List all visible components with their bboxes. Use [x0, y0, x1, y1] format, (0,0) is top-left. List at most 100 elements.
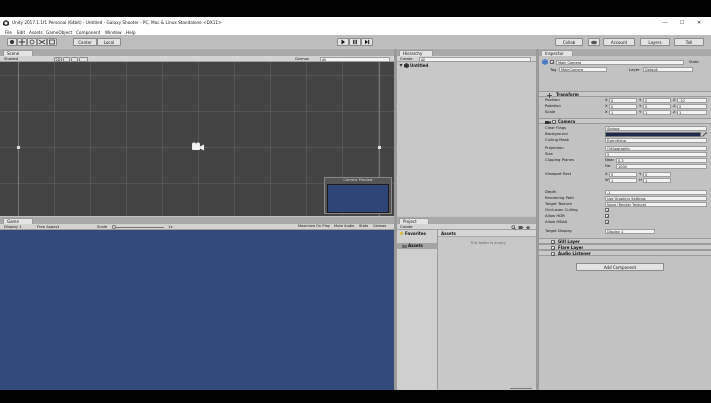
scale-x-input[interactable]: 1: [609, 109, 637, 115]
scene-viewport[interactable]: Camera Preview: [0, 62, 394, 216]
scale-slider-thumb[interactable]: [112, 225, 116, 229]
menu-help[interactable]: Help: [126, 29, 136, 36]
transform-header[interactable]: Transform: [539, 91, 711, 98]
project-create-dropdown[interactable]: Create: [400, 224, 413, 229]
rotate-tool-button[interactable]: [27, 38, 37, 46]
scale-tool-button[interactable]: [37, 38, 47, 46]
assets-tree-item-row[interactable]: Assets: [397, 243, 437, 249]
pivot-center-toggle[interactable]: Center: [73, 38, 97, 46]
rotation-z-input[interactable]: 0: [677, 103, 707, 109]
game-gizmos-dropdown[interactable]: Gizmos: [373, 224, 386, 229]
scene-search-input[interactable]: All: [320, 56, 390, 62]
aspect-dropdown[interactable]: Free Aspect: [37, 224, 59, 229]
occlusion-culling-checkbox[interactable]: ✓: [605, 207, 609, 212]
menu-component[interactable]: Component: [76, 29, 100, 36]
gui-layer-checkbox[interactable]: ✓: [551, 239, 555, 244]
clear-flags-dropdown[interactable]: Skybox: [605, 125, 707, 131]
scale-z-input[interactable]: 1: [677, 109, 707, 115]
2d-toggle[interactable]: 2D: [54, 56, 62, 62]
account-dropdown[interactable]: Account: [603, 38, 635, 46]
hierarchy-create-dropdown[interactable]: Create: [400, 56, 413, 61]
static-checkbox-label[interactable]: Static: [689, 59, 699, 65]
project-search-icon[interactable]: [511, 224, 517, 230]
scale-slider-track[interactable]: [112, 226, 164, 228]
play-button[interactable]: [337, 38, 349, 46]
rotation-y-input[interactable]: 0: [643, 103, 671, 109]
menu-assets[interactable]: Assets: [29, 29, 43, 36]
add-component-button[interactable]: Add Component: [576, 263, 664, 271]
far-input[interactable]: 1000: [616, 163, 707, 169]
background-color-swatch[interactable]: [605, 131, 701, 137]
favorite-star-icon[interactable]: [525, 224, 531, 230]
viewport-y-input[interactable]: 0: [643, 171, 671, 177]
shading-mode-dropdown[interactable]: Shaded: [4, 56, 18, 61]
maximize-on-play-toggle[interactable]: Maximize On Play: [298, 224, 330, 229]
size-input[interactable]: 5: [605, 151, 707, 157]
camera-header[interactable]: ✓ Camera: [539, 118, 711, 124]
depth-input[interactable]: -1: [605, 189, 707, 195]
hand-icon: [10, 40, 14, 44]
eyedropper-icon[interactable]: [702, 131, 707, 137]
menu-gameobject[interactable]: GameObject: [46, 29, 72, 36]
audio-toggle[interactable]: [71, 56, 78, 62]
viewport-x-input[interactable]: 0: [609, 171, 637, 177]
step-button[interactable]: [361, 38, 373, 46]
game-viewport[interactable]: [0, 230, 394, 390]
display-dropdown[interactable]: Display 1: [4, 224, 22, 229]
allow-hdr-checkbox[interactable]: ✓: [605, 213, 609, 218]
camera-handle-left[interactable]: [17, 146, 20, 149]
camera-handle-right[interactable]: [378, 146, 381, 149]
lighting-toggle[interactable]: [63, 56, 70, 62]
close-button[interactable]: ✕: [694, 19, 704, 27]
layers-dropdown[interactable]: Layers: [640, 38, 670, 46]
rotation-x-input[interactable]: 0: [609, 103, 637, 109]
position-x-input[interactable]: 0: [609, 97, 637, 103]
target-texture-field[interactable]: None (Render Texture): [605, 201, 707, 207]
icon-size-slider[interactable]: [510, 388, 532, 389]
gameobject-active-checkbox[interactable]: ✓: [550, 60, 554, 65]
menu-file[interactable]: File: [5, 29, 12, 36]
favorites-header[interactable]: Favorites: [405, 231, 426, 237]
scene-expand-arrow-icon[interactable]: [399, 63, 403, 68]
rendering-path-dropdown[interactable]: Use Graphics Settings: [605, 195, 707, 201]
pivot-local-toggle[interactable]: Local: [97, 38, 121, 46]
move-tool-button[interactable]: [17, 38, 27, 46]
layout-dropdown[interactable]: Tall: [674, 38, 704, 46]
scene-gizmos-dropdown[interactable]: Gizmos: [295, 56, 309, 61]
scale-y-input[interactable]: 1: [643, 109, 671, 115]
target-display-dropdown[interactable]: Display 1: [605, 228, 655, 234]
gameobject-name-input[interactable]: Main Camera: [556, 59, 684, 65]
culling-mask-dropdown[interactable]: Everything: [605, 137, 707, 143]
projection-dropdown[interactable]: Orthographic: [605, 145, 707, 151]
flare-layer-checkbox[interactable]: ✓: [551, 245, 555, 250]
pause-button[interactable]: [349, 38, 361, 46]
camera-preview-panel: Camera Preview: [324, 177, 392, 214]
audio-listener-header[interactable]: ✓ Audio Listener: [539, 250, 711, 256]
menu-edit[interactable]: Edit: [17, 29, 25, 36]
allow-msaa-checkbox[interactable]: ✓: [605, 219, 609, 224]
viewport-h-input[interactable]: 1: [643, 177, 671, 183]
maximize-button[interactable]: ☐: [677, 19, 687, 27]
cloud-button[interactable]: [588, 38, 600, 46]
audio-listener-checkbox[interactable]: ✓: [551, 251, 555, 256]
camera-gizmo-icon[interactable]: [191, 142, 205, 152]
near-input[interactable]: 0.3: [616, 157, 707, 163]
stats-toggle[interactable]: Stats: [359, 224, 368, 229]
label-filter-icon[interactable]: [518, 225, 524, 230]
mute-audio-toggle[interactable]: Mute Audio: [334, 224, 354, 229]
position-z-input[interactable]: -10: [677, 97, 707, 103]
collab-dropdown[interactable]: Collab: [555, 38, 583, 46]
hierarchy-scene-item[interactable]: Untitled: [410, 63, 428, 69]
rect-tool-button[interactable]: [47, 38, 57, 46]
assets-breadcrumb[interactable]: Assets: [441, 230, 456, 237]
minimize-button[interactable]: —: [660, 19, 670, 27]
camera-enabled-checkbox[interactable]: ✓: [552, 119, 556, 124]
hierarchy-search-input[interactable]: All: [419, 56, 531, 62]
menu-window[interactable]: Window: [105, 29, 122, 36]
position-y-input[interactable]: 0: [643, 97, 671, 103]
hand-tool-button[interactable]: [7, 38, 17, 46]
effects-toggle[interactable]: [79, 56, 88, 62]
tag-dropdown[interactable]: MainCamera: [559, 67, 607, 72]
viewport-w-input[interactable]: 1: [609, 177, 637, 183]
layer-dropdown[interactable]: Default: [643, 67, 693, 72]
